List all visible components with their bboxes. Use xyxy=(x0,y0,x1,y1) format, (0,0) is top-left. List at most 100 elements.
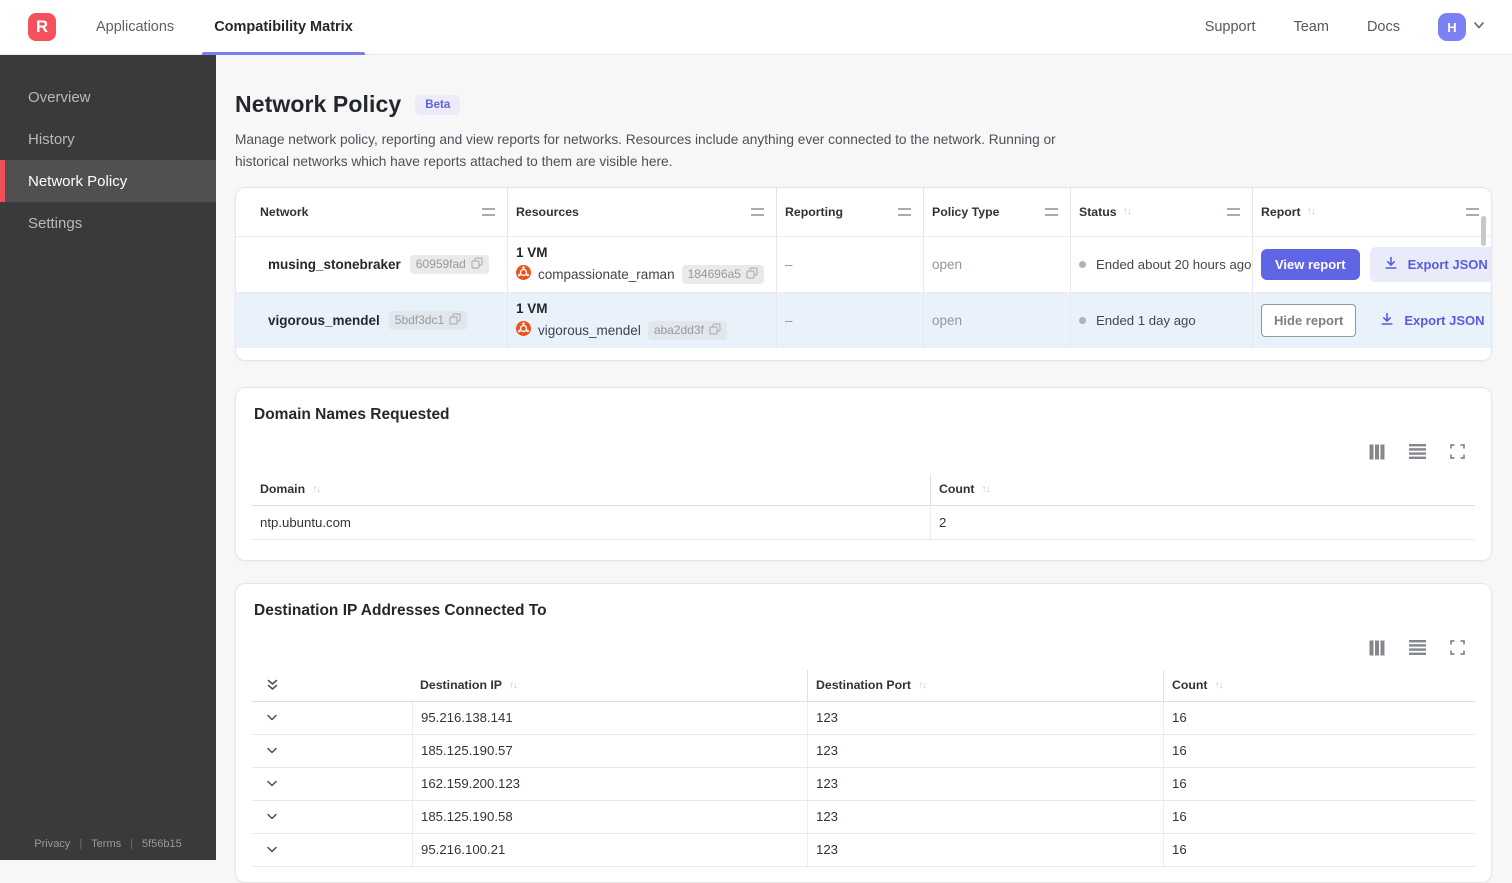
network-id-badge[interactable]: 60959fad xyxy=(410,255,489,274)
column-label: Count xyxy=(1172,678,1208,692)
column-resize-handle-icon[interactable] xyxy=(482,208,495,216)
column-label: Destination IP xyxy=(420,678,502,692)
destination-ips-card: Destination IP Addresses Connected To De… xyxy=(235,583,1492,883)
column-resize-handle-icon[interactable] xyxy=(898,208,911,216)
footer-divider: | xyxy=(130,838,133,850)
export-json-button[interactable]: Export JSON xyxy=(1366,303,1492,338)
tab-compatibility-matrix[interactable]: Compatibility Matrix xyxy=(212,0,355,55)
expand-row-cell xyxy=(252,735,412,767)
export-json-button[interactable]: Export JSON xyxy=(1370,247,1492,282)
column-resize-handle-icon[interactable] xyxy=(1045,208,1058,216)
column-resize-handle-icon[interactable] xyxy=(1227,208,1240,216)
expand-row-icon[interactable] xyxy=(266,714,278,722)
user-menu-chevron[interactable] xyxy=(1472,18,1486,37)
sort-icon[interactable]: ↑↓ xyxy=(312,484,320,495)
column-resize-handle-icon[interactable] xyxy=(751,208,764,216)
report-cell: View report Export JSON xyxy=(1252,237,1492,292)
tab-applications[interactable]: Applications xyxy=(94,0,176,55)
chevron-down-icon xyxy=(1472,18,1486,37)
column-header-resources[interactable]: Resources xyxy=(507,188,776,236)
sort-icon[interactable]: ↑↓ xyxy=(1123,206,1131,217)
copy-icon[interactable] xyxy=(746,267,758,282)
expand-row-icon[interactable] xyxy=(266,780,278,788)
ubuntu-icon xyxy=(516,321,531,339)
ip-row[interactable]: 185.125.190.58 123 16 xyxy=(252,801,1475,834)
top-navbar: R Applications Compatibility Matrix Supp… xyxy=(0,0,1512,55)
copy-icon[interactable] xyxy=(449,313,461,328)
network-row[interactable]: vigorous_mendel 5bdf3dc1 1 VM vigorous_m… xyxy=(236,292,1491,348)
nav-link-docs[interactable]: Docs xyxy=(1367,19,1400,35)
scrollbar-thumb[interactable] xyxy=(1481,216,1486,246)
hide-report-button[interactable]: Hide report xyxy=(1261,304,1356,337)
column-header-network[interactable]: Network xyxy=(236,188,507,236)
expand-row-icon[interactable] xyxy=(266,813,278,821)
column-header-count[interactable]: Count ↑↓ xyxy=(1163,670,1475,701)
expand-row-icon[interactable] xyxy=(266,747,278,755)
terms-link[interactable]: Terms xyxy=(91,838,121,850)
nav-link-team[interactable]: Team xyxy=(1293,19,1328,35)
fullscreen-icon[interactable] xyxy=(1450,640,1465,655)
ip-row[interactable]: 185.125.190.57 123 16 xyxy=(252,735,1475,768)
column-header-count[interactable]: Count ↑↓ xyxy=(930,474,1475,505)
domains-table-header: Domain ↑↓ Count ↑↓ xyxy=(252,474,1475,506)
rows-icon[interactable] xyxy=(1409,444,1426,459)
sort-icon[interactable]: ↑↓ xyxy=(1307,206,1315,217)
app-logo[interactable]: R xyxy=(28,13,56,41)
rows-icon[interactable] xyxy=(1409,640,1426,655)
destination-ip-cell: 185.125.190.57 xyxy=(412,735,807,767)
resources-cell: 1 VM vigorous_mendel aba2dd3f xyxy=(507,293,776,348)
ip-row[interactable]: 95.216.100.21 123 16 xyxy=(252,834,1475,867)
user-avatar[interactable]: H xyxy=(1438,13,1466,41)
build-id: 5f56b15 xyxy=(142,838,182,850)
ip-row[interactable]: 162.159.200.123 123 16 xyxy=(252,768,1475,801)
expand-row-cell xyxy=(252,702,412,734)
destination-ip-cell: 95.216.138.141 xyxy=(412,702,807,734)
copy-icon[interactable] xyxy=(471,257,483,272)
navbar-tabs: Applications Compatibility Matrix xyxy=(94,0,391,55)
column-header-status[interactable]: Status↑↓ xyxy=(1070,188,1252,236)
column-resize-handle-icon[interactable] xyxy=(1466,208,1479,216)
card-title: Domain Names Requested xyxy=(252,406,1475,424)
column-header-domain[interactable]: Domain ↑↓ xyxy=(252,474,930,505)
expand-row-cell xyxy=(252,834,412,866)
column-label: Reporting xyxy=(785,205,843,219)
status-text: Ended 1 day ago xyxy=(1096,313,1196,328)
view-report-button[interactable]: View report xyxy=(1261,249,1360,280)
copy-icon[interactable] xyxy=(709,323,721,338)
sort-icon[interactable]: ↑↓ xyxy=(982,484,990,495)
sidebar-item-network-policy[interactable]: Network Policy xyxy=(0,160,216,202)
column-header-report[interactable]: Report↑↓ xyxy=(1252,188,1491,236)
columns-icon[interactable] xyxy=(1369,640,1385,656)
resource-id-badge[interactable]: aba2dd3f xyxy=(648,321,727,340)
card-toolbar xyxy=(252,640,1465,656)
expand-row-icon[interactable] xyxy=(266,846,278,854)
nav-link-support[interactable]: Support xyxy=(1205,19,1256,35)
status-text: Ended about 20 hours ago xyxy=(1096,257,1251,272)
sidebar-item-settings[interactable]: Settings xyxy=(0,202,216,244)
network-id: 60959fad xyxy=(416,257,466,271)
destination-port-cell: 123 xyxy=(807,768,1163,800)
network-id-badge[interactable]: 5bdf3dc1 xyxy=(389,311,467,330)
ip-row[interactable]: 95.216.138.141 123 16 xyxy=(252,702,1475,735)
status-cell: Ended 1 day ago xyxy=(1070,293,1252,348)
expand-all-icon[interactable] xyxy=(266,678,279,692)
count-cell: 16 xyxy=(1163,768,1475,800)
ubuntu-icon xyxy=(516,265,531,283)
column-header-destination-port[interactable]: Destination Port ↑↓ xyxy=(807,670,1163,701)
privacy-link[interactable]: Privacy xyxy=(34,838,70,850)
sidebar-item-history[interactable]: History xyxy=(0,118,216,160)
vm-count: 1 VM xyxy=(516,245,548,260)
network-row[interactable]: musing_stonebraker 60959fad 1 VM compass… xyxy=(236,236,1491,292)
resource-id-badge[interactable]: 184696a5 xyxy=(682,265,764,284)
column-header-destination-ip[interactable]: Destination IP ↑↓ xyxy=(412,670,807,701)
fullscreen-icon[interactable] xyxy=(1450,444,1465,459)
sort-icon[interactable]: ↑↓ xyxy=(1215,680,1223,691)
column-header-reporting[interactable]: Reporting xyxy=(776,188,923,236)
domain-row[interactable]: ntp.ubuntu.com 2 xyxy=(252,506,1475,540)
sidebar-item-overview[interactable]: Overview xyxy=(0,76,216,118)
columns-icon[interactable] xyxy=(1369,444,1385,460)
sort-icon[interactable]: ↑↓ xyxy=(918,680,926,691)
count-cell: 16 xyxy=(1163,834,1475,866)
sort-icon[interactable]: ↑↓ xyxy=(509,680,517,691)
column-header-policy-type[interactable]: Policy Type xyxy=(923,188,1070,236)
